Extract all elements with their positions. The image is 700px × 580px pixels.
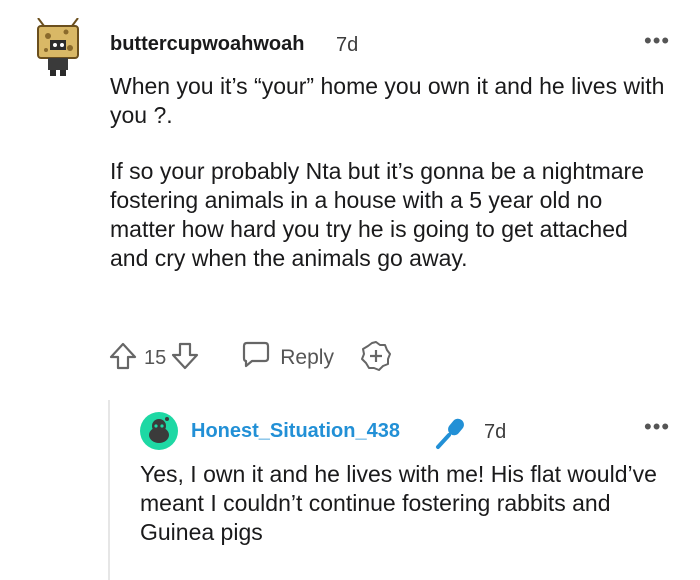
- comment-paragraph-2: If so your probably Nta but it’s gonna b…: [110, 158, 645, 271]
- reply-timestamp[interactable]: 7d: [484, 421, 506, 444]
- award-button[interactable]: [360, 340, 392, 377]
- snoo-avatar-icon: [140, 412, 178, 450]
- comment-paragraph-1: When you it’s “your” home you own it and…: [110, 73, 665, 128]
- more-options-icon[interactable]: •••: [644, 30, 670, 52]
- upvote-icon[interactable]: [108, 341, 138, 376]
- downvote-icon[interactable]: [170, 341, 200, 376]
- reply-username[interactable]: Honest_Situation_438: [191, 420, 400, 443]
- reply-text: Yes, I own it and he lives with me! His …: [140, 461, 657, 545]
- avatar[interactable]: [34, 17, 86, 76]
- reply-avatar[interactable]: [140, 412, 178, 450]
- vote-count: 15: [144, 346, 167, 369]
- microphone-icon: [432, 414, 470, 452]
- comment-timestamp[interactable]: 7d: [336, 34, 358, 57]
- comment-actions: 15 Reply: [108, 338, 392, 378]
- reply-button[interactable]: Reply: [240, 340, 334, 376]
- thread-line[interactable]: [108, 400, 110, 580]
- reply-bubble-icon: [240, 340, 272, 376]
- award-plus-icon: [360, 340, 392, 377]
- comment-username[interactable]: buttercupwoahwoah: [110, 33, 304, 56]
- more-options-icon[interactable]: •••: [644, 416, 670, 438]
- reply-label: Reply: [280, 346, 334, 369]
